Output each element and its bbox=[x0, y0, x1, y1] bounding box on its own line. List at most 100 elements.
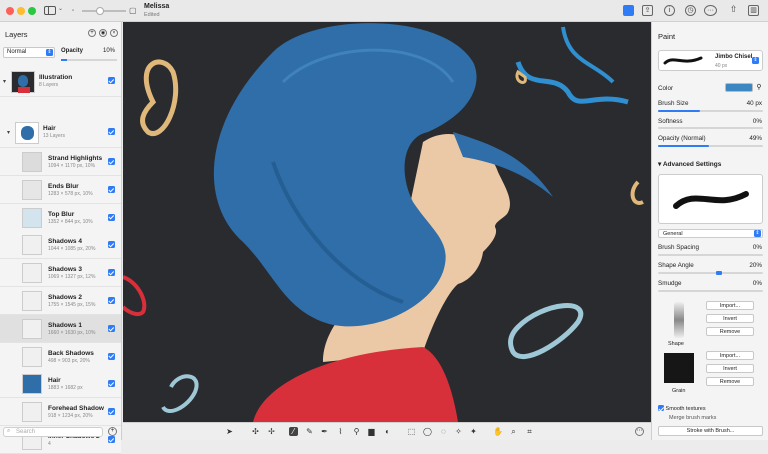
brush-spacing-label: Brush Spacing bbox=[658, 244, 699, 251]
layer-row[interactable]: Shadows 3 1069 × 1327 px, 12% bbox=[0, 259, 121, 288]
paint-title: Paint bbox=[658, 32, 676, 41]
shape-angle-slider[interactable] bbox=[658, 271, 763, 275]
brush-size-slider[interactable] bbox=[658, 110, 763, 112]
disclosure-icon[interactable]: ▾ bbox=[7, 129, 10, 136]
add-layer-icon[interactable]: + bbox=[88, 29, 96, 37]
timer-icon[interactable]: ◷ bbox=[685, 5, 696, 16]
more-icon[interactable]: ··· bbox=[704, 5, 717, 16]
smudge-slider[interactable] bbox=[658, 290, 763, 292]
chevron-updown-icon: ⇕ bbox=[46, 49, 53, 56]
layer-row[interactable]: Shadows 2 1755 × 1545 px, 15% bbox=[0, 287, 121, 315]
rect-select-icon[interactable]: ⬚ bbox=[407, 427, 416, 436]
softness-slider[interactable] bbox=[658, 127, 763, 129]
zoom-out-icon[interactable]: ▫ bbox=[72, 8, 74, 14]
zoom-in-icon[interactable]: ▢ bbox=[129, 6, 137, 15]
shape-import-button[interactable]: Import... bbox=[706, 301, 754, 310]
layer-visibility-checkbox[interactable] bbox=[108, 128, 115, 135]
layer-row[interactable]: Back Shadows 498 × 903 px, 20% bbox=[0, 342, 121, 371]
crop-tool-icon[interactable]: ⌗ bbox=[525, 427, 534, 436]
softness-value: 0% bbox=[752, 118, 762, 125]
advanced-settings-toggle[interactable]: ▾ Advanced Settings bbox=[658, 160, 721, 168]
export-icon[interactable]: ⇪ bbox=[642, 5, 653, 16]
grain-texture-preview[interactable] bbox=[664, 353, 694, 383]
quick-select-icon[interactable]: ✦ bbox=[469, 427, 478, 436]
shape-texture-preview[interactable] bbox=[674, 302, 684, 338]
close-panel-icon[interactable]: × bbox=[110, 29, 118, 37]
layer-thumbnail bbox=[22, 152, 42, 172]
zoom-window-button[interactable] bbox=[28, 7, 36, 15]
blob-shape bbox=[561, 26, 615, 84]
layer-visibility-checkbox[interactable] bbox=[108, 297, 115, 304]
eyedropper-icon[interactable]: ⚲ bbox=[755, 83, 763, 92]
brush-spacing-slider[interactable] bbox=[658, 254, 763, 256]
brush-tool-icon[interactable]: ⁄ bbox=[289, 427, 298, 436]
layer-row[interactable]: Forehead Shadow 918 × 1234 px, 20% bbox=[0, 398, 121, 427]
zoom-slider[interactable] bbox=[82, 7, 126, 15]
magic-wand-icon[interactable]: ✧ bbox=[454, 427, 463, 436]
layer-name: Ends Blur bbox=[48, 182, 79, 190]
layer-visibility-checkbox[interactable] bbox=[108, 269, 115, 277]
disclosure-icon[interactable]: ▾ bbox=[3, 78, 6, 85]
color-picker-icon[interactable]: ⚲ bbox=[352, 427, 361, 436]
layer-visibility-checkbox[interactable] bbox=[108, 185, 115, 193]
layer-row[interactable]: Ends Blur 1283 × 578 px, 10% bbox=[0, 175, 121, 204]
layer-row[interactable]: Top Blur 1352 × 844 px, 10% bbox=[0, 203, 121, 232]
smooth-textures-row[interactable]: Smooth textures bbox=[658, 405, 706, 412]
more-tools-icon[interactable]: ⋯ bbox=[635, 427, 644, 436]
stroke-with-brush-button[interactable]: Stroke with Brush... bbox=[658, 426, 763, 436]
share-app-icon[interactable] bbox=[623, 5, 634, 16]
zoom-tool-icon[interactable]: ⌕ bbox=[509, 427, 518, 436]
fill-tool-icon[interactable]: ◐ bbox=[383, 427, 392, 436]
brush-picker[interactable]: Jimbo Chisel 40 px ⇕ bbox=[658, 50, 763, 71]
layer-visibility-checkbox[interactable] bbox=[108, 241, 115, 249]
layer-visibility-checkbox[interactable] bbox=[108, 352, 115, 360]
layer-name: Hair bbox=[43, 125, 56, 132]
layer-thumbnail bbox=[22, 207, 42, 228]
retouch-tool-icon[interactable]: ✢ bbox=[267, 427, 276, 436]
pencil-tool-icon[interactable]: ✎ bbox=[305, 427, 314, 436]
pen-tool-icon[interactable]: ✒ bbox=[320, 427, 329, 436]
layer-row[interactable]: Strand Highlights 1094 × 1170 px, 10% bbox=[0, 148, 121, 176]
info-icon[interactable]: i bbox=[664, 5, 675, 16]
layer-style-icon[interactable]: ◉ bbox=[99, 29, 107, 37]
grain-remove-button[interactable]: Remove bbox=[706, 377, 754, 386]
close-window-button[interactable] bbox=[6, 7, 14, 15]
layer-visibility-checkbox[interactable] bbox=[108, 408, 115, 416]
layer-search-field[interactable]: ⌕ Search bbox=[3, 427, 103, 437]
shape-invert-button[interactable]: Invert bbox=[706, 314, 754, 323]
group-row-illustration[interactable]: ▾ Illustration 8 Layers bbox=[0, 67, 121, 97]
layer-row[interactable]: Shadows 4 1044 × 1085 px, 20% bbox=[0, 231, 121, 260]
layers-settings-icon[interactable]: + bbox=[108, 427, 117, 436]
color-well[interactable] bbox=[725, 83, 753, 92]
layer-visibility-checkbox[interactable] bbox=[108, 380, 115, 388]
layer-visibility-checkbox[interactable] bbox=[108, 213, 115, 221]
layer-desc: 1660 × 1630 px, 10% bbox=[48, 329, 96, 336]
repair-tool-icon[interactable]: ✣ bbox=[251, 427, 260, 436]
layer-opacity-slider[interactable] bbox=[61, 59, 117, 61]
group-row-hair[interactable]: ▾ Hair 13 Layers bbox=[0, 118, 121, 148]
canvas[interactable] bbox=[123, 22, 651, 422]
layer-visibility-checkbox[interactable] bbox=[108, 158, 115, 165]
layer-visibility-checkbox[interactable] bbox=[108, 324, 115, 332]
layer-row[interactable]: Hair 1883 × 1682 px bbox=[0, 370, 121, 399]
layer-row[interactable]: Shadows 1 1660 × 1630 px, 10% bbox=[0, 314, 121, 343]
minimize-window-button[interactable] bbox=[17, 7, 25, 15]
hand-tool-icon[interactable]: ✋ bbox=[493, 427, 503, 436]
grain-invert-button[interactable]: Invert bbox=[706, 364, 754, 373]
grain-import-button[interactable]: Import... bbox=[706, 351, 754, 360]
gradient-tool-icon[interactable]: ▆ bbox=[367, 427, 376, 436]
sidebar-chevron-icon[interactable]: ⌄ bbox=[58, 5, 63, 12]
share-icon[interactable]: ⇧ bbox=[728, 5, 739, 16]
pointer-tool-icon[interactable]: ➤ bbox=[225, 427, 234, 436]
smooth-textures-checkbox[interactable] bbox=[658, 405, 664, 411]
inspector-toggle-icon[interactable]: ▥ bbox=[748, 5, 759, 16]
smudge-tool-icon[interactable]: ⌇ bbox=[336, 427, 345, 436]
paint-opacity-slider[interactable] bbox=[658, 145, 763, 147]
ellipse-select-icon[interactable]: ◯ bbox=[423, 427, 432, 436]
sidebar-toggle-icon[interactable] bbox=[44, 6, 56, 15]
lasso-tool-icon[interactable]: ◌ bbox=[439, 427, 448, 436]
shape-remove-button[interactable]: Remove bbox=[706, 327, 754, 336]
layer-visibility-checkbox[interactable] bbox=[108, 77, 115, 84]
preset-select[interactable]: General ⇕ bbox=[658, 229, 763, 238]
blend-mode-select[interactable]: Normal ⇕ bbox=[3, 47, 55, 58]
